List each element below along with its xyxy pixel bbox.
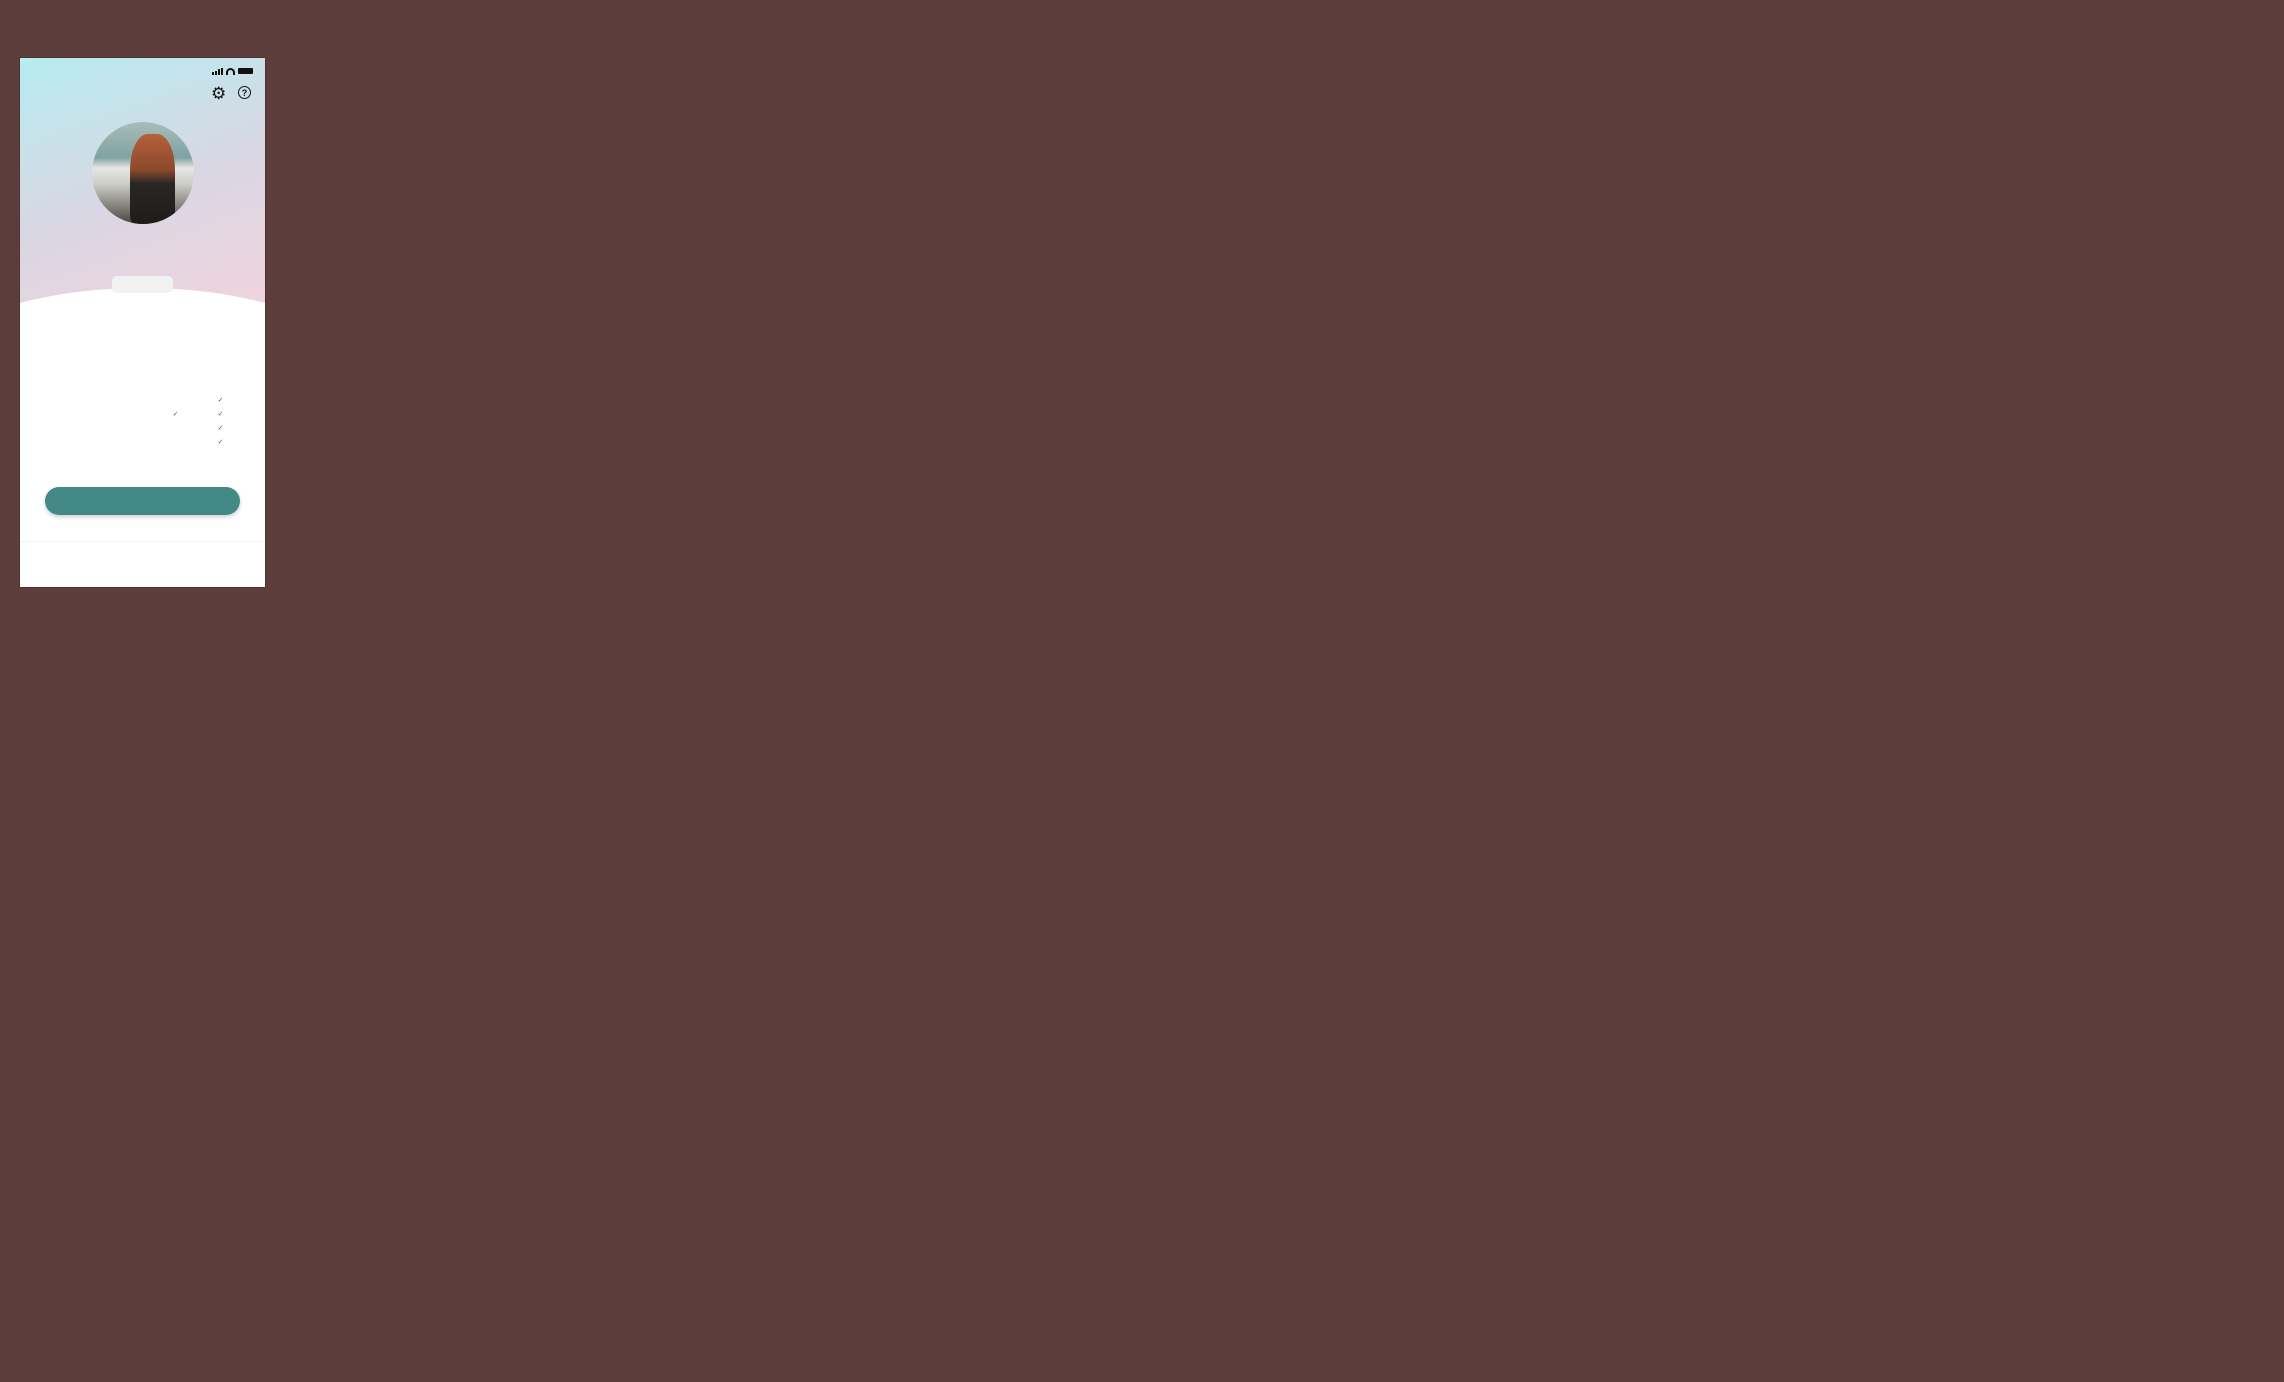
help-icon[interactable]: ? — [238, 86, 251, 99]
empty-cell — [153, 438, 198, 446]
feature-name — [45, 410, 153, 418]
empty-cell — [153, 396, 198, 404]
feature-name — [45, 438, 153, 446]
gear-icon[interactable]: ⚙ — [211, 84, 226, 104]
feature-name — [45, 424, 153, 432]
check-icon: ✓ — [217, 411, 224, 418]
edit-profile-button[interactable] — [112, 276, 173, 293]
avatar — [92, 122, 194, 224]
header-curve — [20, 288, 265, 488]
check-icon: ✓ — [217, 397, 224, 404]
tab-bar — [20, 541, 265, 587]
profile-photo — [130, 134, 175, 224]
status-icons — [212, 67, 253, 75]
check-icon: ✓ — [217, 425, 224, 432]
battery-icon — [238, 68, 253, 74]
features-table: ✓ ✓ ✓ ✓ ✓ — [45, 390, 243, 446]
empty-cell — [153, 424, 198, 432]
check-icon: ✓ — [217, 439, 224, 446]
signal-icon — [212, 67, 223, 75]
status-bar — [20, 58, 265, 84]
get-premium-button[interactable] — [45, 487, 240, 515]
wifi-icon — [226, 67, 235, 75]
check-icon: ✓ — [172, 411, 179, 418]
profile-screen: ⚙? ✓ ✓ ✓ ✓ ✓ — [20, 58, 265, 587]
feature-name — [45, 396, 153, 404]
